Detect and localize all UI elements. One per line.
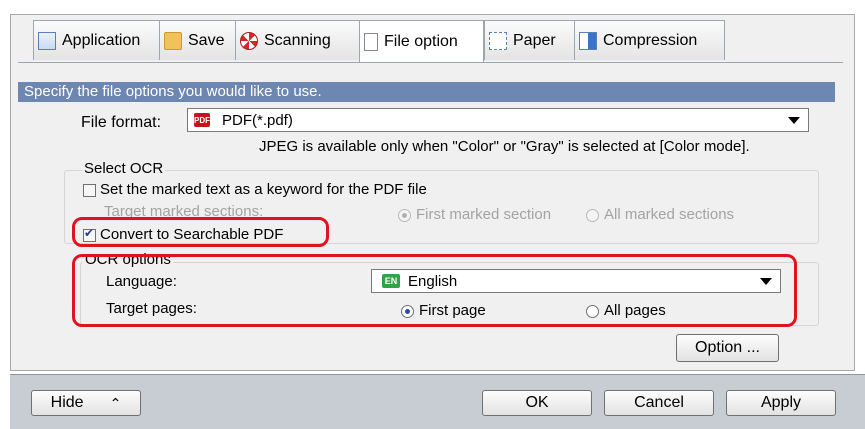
first-marked-radio[interactable]	[398, 209, 411, 222]
cancel-button[interactable]: Cancel	[604, 390, 714, 416]
chevron-down-icon	[788, 117, 800, 124]
file-option-icon	[364, 32, 378, 51]
file-format-select[interactable]: PDF PDF(*.pdf)	[187, 108, 809, 132]
all-marked-label: All marked sections	[604, 206, 735, 223]
paper-icon	[489, 31, 507, 50]
select-ocr-title: Select OCR	[82, 160, 166, 177]
tab-compression[interactable]: Compression	[574, 20, 725, 60]
tab-paper[interactable]: Paper	[484, 20, 575, 60]
chevron-up-icon: ⌃	[109, 394, 122, 411]
apply-button[interactable]: Apply	[726, 390, 836, 416]
application-icon	[38, 31, 56, 50]
tab-label: Compression	[603, 31, 698, 49]
tab-label: Scanning	[264, 31, 331, 49]
scanning-icon	[240, 31, 258, 50]
section-header: Specify the file options you would like …	[18, 82, 835, 102]
hide-label: Hide	[50, 394, 84, 411]
file-format-label: File format:	[81, 114, 162, 131]
compression-icon	[579, 31, 597, 50]
highlight-ocr-options	[72, 254, 797, 327]
keyword-checkbox-label: Set the marked text as a keyword for the…	[100, 181, 427, 198]
tab-save[interactable]: Save	[159, 20, 236, 60]
tab-label: Save	[188, 31, 225, 49]
first-marked-label: First marked section	[416, 206, 552, 223]
hide-button[interactable]: Hide ⌃	[31, 390, 141, 416]
file-format-note: JPEG is available only when "Color" or "…	[259, 138, 750, 155]
pdf-icon: PDF	[194, 113, 210, 127]
option-button[interactable]: Option ...	[676, 334, 779, 362]
all-marked-radio[interactable]	[586, 209, 599, 222]
tab-application[interactable]: Application	[33, 20, 160, 60]
tab-scanning[interactable]: Scanning	[235, 20, 360, 60]
keyword-checkbox[interactable]	[83, 184, 96, 197]
highlight-convert	[72, 217, 329, 247]
tab-label: Application	[62, 31, 141, 49]
file-format-value: PDF(*.pdf)	[222, 111, 293, 129]
ok-button[interactable]: OK	[482, 390, 592, 416]
folder-icon	[164, 31, 182, 50]
tab-label: File option	[384, 32, 458, 50]
tab-file-option[interactable]: File option	[359, 20, 484, 62]
tab-label: Paper	[513, 31, 556, 49]
